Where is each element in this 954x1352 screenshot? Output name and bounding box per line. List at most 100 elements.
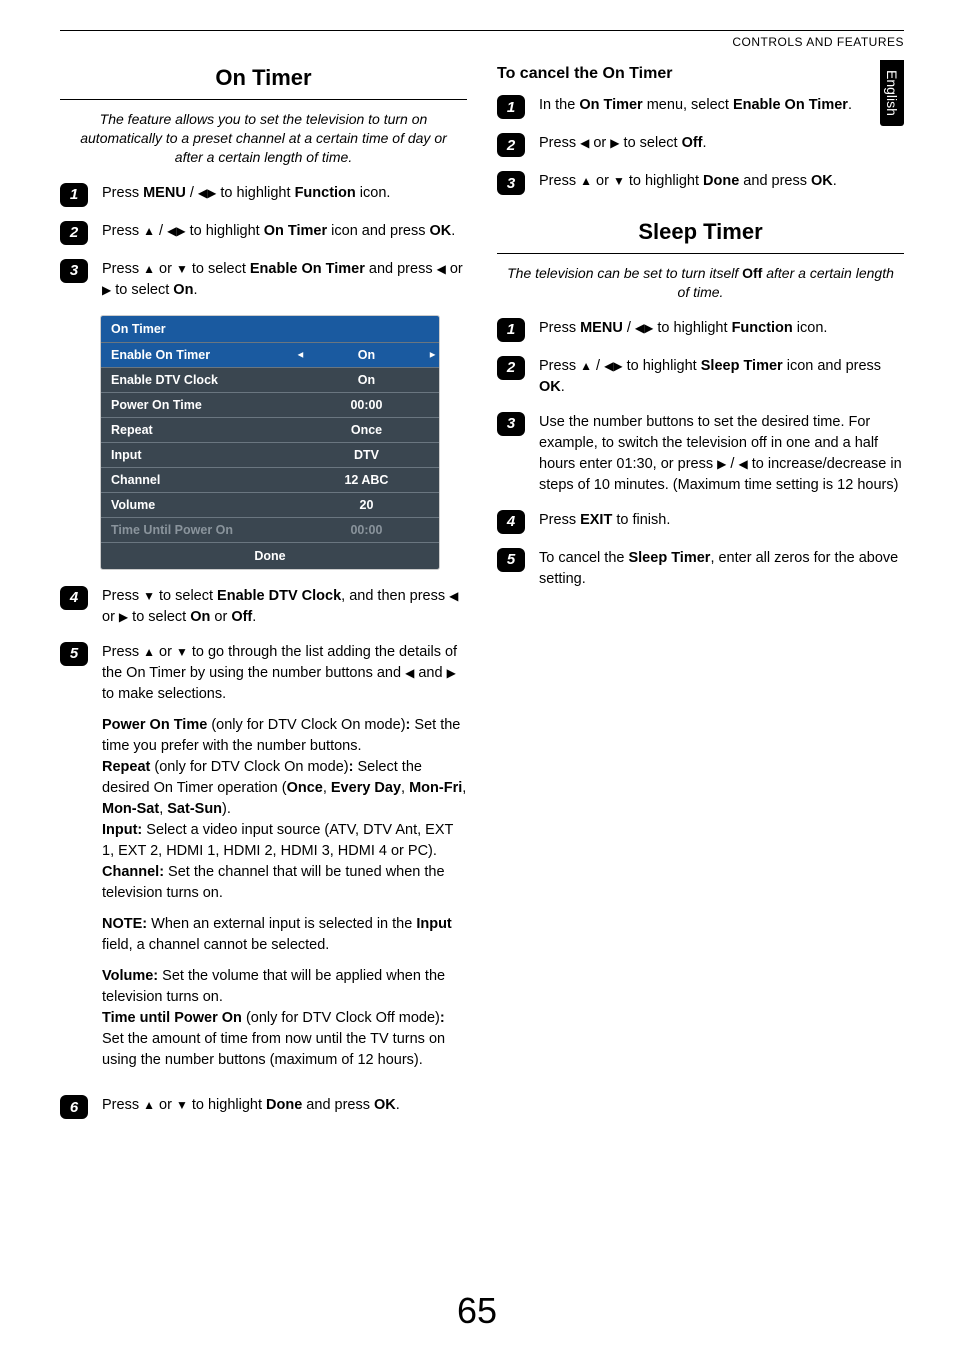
text: Sleep Timer [628, 550, 710, 566]
text: Input [416, 916, 451, 932]
osd-row: RepeatOnce [101, 417, 439, 442]
step: 1 Press MENU / ◀▶ to highlight Function … [60, 183, 467, 207]
osd-row: InputDTV [101, 442, 439, 467]
text: and press [302, 1097, 374, 1113]
right-column: To cancel the On Timer 1 In the On Timer… [497, 59, 904, 1133]
osd-row: Enable DTV ClockOn [101, 367, 439, 392]
step-body: Press ▲ or ▼ to go through the list addi… [102, 642, 467, 1081]
right-arrow-icon: ▶ [717, 456, 726, 473]
step-body: Press ◀ or ▶ to select Off. [539, 133, 904, 154]
text: icon and press [783, 358, 881, 374]
text: , and then press [341, 588, 449, 604]
step: 3 Press ▲ or ▼ to highlight Done and pre… [497, 171, 904, 195]
text: and press [739, 173, 811, 189]
osd-panel: On Timer Enable On Timer ◂On▸ Enable DTV… [100, 315, 440, 570]
text: On [173, 282, 193, 298]
osd-label: Enable On Timer [101, 343, 294, 367]
text: : [440, 1010, 445, 1026]
step-number-icon: 6 [60, 1095, 88, 1119]
text: In the [539, 97, 579, 113]
left-arrow-icon: ◀ [437, 261, 446, 278]
text: . [193, 282, 197, 298]
text: icon and press [327, 223, 429, 239]
language-tab: English [880, 60, 904, 126]
up-arrow-icon: ▲ [580, 358, 592, 375]
right-arrow-icon: ▶ [207, 185, 216, 202]
step-body: Press ▲ or ▼ to select Enable On Timer a… [102, 259, 467, 301]
step-body: Press ▲ / ◀▶ to highlight Sleep Timer ic… [539, 356, 904, 398]
osd-value: On [294, 368, 439, 392]
left-arrow-icon: ◀ [449, 588, 458, 605]
on-timer-intro: The feature allows you to set the televi… [70, 110, 457, 167]
text: . [848, 97, 852, 113]
text: to highlight [216, 185, 294, 201]
right-arrow-icon: ▶ [610, 135, 619, 152]
osd-label: Enable DTV Clock [101, 368, 294, 392]
right-arrow-icon: ▶ [644, 320, 653, 337]
step-number-icon: 1 [497, 95, 525, 119]
osd-label: Repeat [101, 418, 294, 442]
osd-label: Channel [101, 468, 294, 492]
text: Volume: [102, 968, 158, 984]
text: , [323, 780, 331, 796]
osd-label: Time Until Power On [101, 518, 294, 542]
text: to highlight [623, 358, 701, 374]
step: 6 Press ▲ or ▼ to highlight Done and pre… [60, 1095, 467, 1119]
step: 3 Press ▲ or ▼ to select Enable On Timer… [60, 259, 467, 301]
text: Channel: [102, 864, 164, 880]
text: to select [111, 282, 173, 298]
right-arrow-icon: ▶ [613, 358, 622, 375]
right-arrow-icon: ▸ [430, 349, 435, 360]
osd-label: Power On Time [101, 393, 294, 417]
text: , [401, 780, 409, 796]
step: 2 Press ◀ or ▶ to select Off. [497, 133, 904, 157]
text: to select [155, 588, 217, 604]
down-arrow-icon: ▼ [176, 1097, 188, 1114]
text: Function [732, 320, 793, 336]
step-number-icon: 1 [497, 318, 525, 342]
right-arrow-icon: ▶ [102, 282, 111, 299]
text: Every Day [331, 780, 401, 796]
text: . [833, 173, 837, 189]
right-arrow-icon: ▶ [176, 223, 185, 240]
osd-value: 00:00 [294, 518, 439, 542]
text: Mon-Fri [409, 780, 462, 796]
text: Press [102, 1097, 143, 1113]
text: to make selections. [102, 686, 226, 702]
osd-row: Channel12 ABC [101, 467, 439, 492]
text: Once [287, 780, 323, 796]
text: On [190, 609, 210, 625]
text: Press [539, 358, 580, 374]
text: Press [102, 261, 143, 277]
text: / [592, 358, 604, 374]
osd-value: 20 [294, 493, 439, 517]
text: Enable On Timer [733, 97, 848, 113]
text: or [102, 609, 119, 625]
left-arrow-icon: ◀ [604, 358, 613, 375]
text: / [186, 185, 198, 201]
text: Off [231, 609, 252, 625]
step-number-icon: 2 [497, 133, 525, 157]
text: or [155, 644, 176, 660]
text: OK [539, 379, 561, 395]
text: Sleep Timer [701, 358, 783, 374]
text: to select [128, 609, 190, 625]
osd-row: Volume20 [101, 492, 439, 517]
text: Select a video input source (ATV, DTV An… [102, 822, 453, 859]
page: CONTROLS AND FEATURES English On Timer T… [0, 0, 954, 1352]
text: Press [539, 135, 580, 151]
text: . [703, 135, 707, 151]
step-body: Press ▲ or ▼ to highlight Done and press… [539, 171, 904, 192]
text: icon. [356, 185, 391, 201]
text: On Timer [264, 223, 327, 239]
text: menu, select [643, 97, 733, 113]
step: 3 Use the number buttons to set the desi… [497, 412, 904, 496]
text: To cancel the [539, 550, 628, 566]
subhead-cancel: To cancel the On Timer [497, 65, 904, 83]
left-arrow-icon: ◀ [405, 665, 414, 682]
text: . [451, 223, 455, 239]
left-arrow-icon: ◀ [198, 185, 207, 202]
step: 2 Press ▲ / ◀▶ to highlight On Timer ico… [60, 221, 467, 245]
step-body: Press EXIT to finish. [539, 510, 904, 531]
text: and press [365, 261, 437, 277]
